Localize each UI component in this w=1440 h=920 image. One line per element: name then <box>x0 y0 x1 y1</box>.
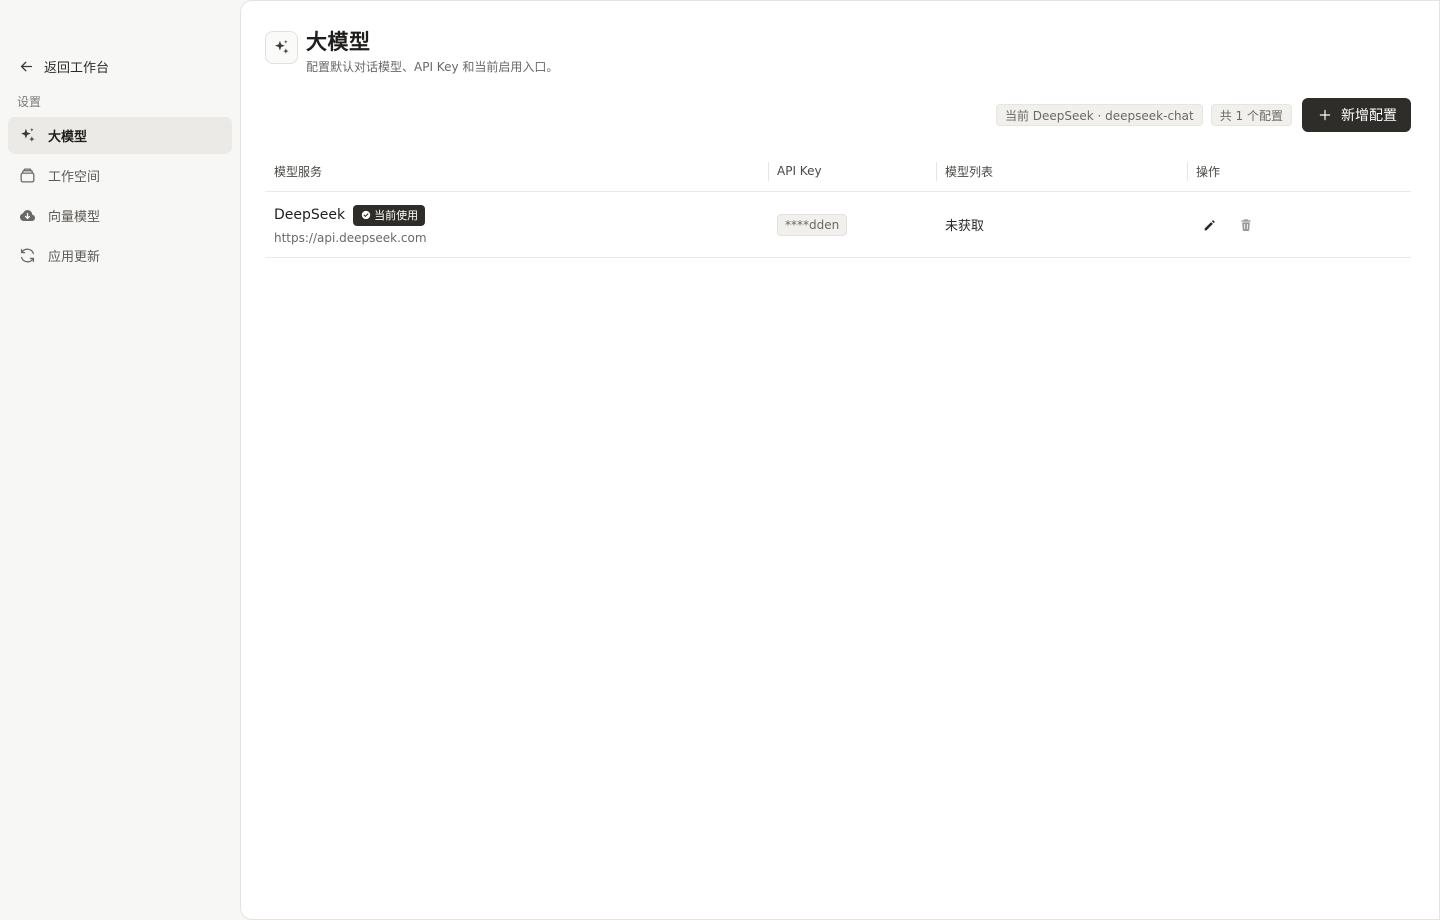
sidebar-item-label: 工作空间 <box>48 170 101 185</box>
trash-icon <box>1241 218 1251 231</box>
plus-icon <box>1319 109 1331 121</box>
current-model-chip: 当前 DeepSeek · deepseek-chat <box>995 104 1203 126</box>
back-to-workspace-link[interactable]: 返回工作台 <box>18 56 109 76</box>
masked-api-key: ****dden <box>777 213 848 236</box>
sidebar: 返回工作台 设置 大模型 工作空间 向量模型 应用更新 <box>0 0 240 920</box>
column-header-actions: 操作 <box>1187 151 1411 191</box>
toolbar: 当前 DeepSeek · deepseek-chat 共 1 个配置 新增配置 <box>995 98 1411 132</box>
sidebar-item-label: 应用更新 <box>48 250 101 265</box>
page-title: 大模型 <box>306 30 371 54</box>
pencil-icon <box>1204 219 1215 230</box>
current-in-use-badge: 当前使用 <box>353 204 426 226</box>
api-key-cell: ****dden <box>768 192 936 257</box>
table-row: DeepSeek 当前使用 https://api.deepseek.com *… <box>265 192 1411 258</box>
column-header-model-list: 模型列表 <box>936 151 1187 191</box>
cloud-download-icon <box>18 206 37 225</box>
sidebar-item-llm[interactable]: 大模型 <box>8 117 232 154</box>
sidebar-item-label: 向量模型 <box>48 210 101 225</box>
sidebar-item-embedding[interactable]: 向量模型 <box>8 197 232 234</box>
badge-label: 当前使用 <box>374 209 419 222</box>
sparkles-icon <box>18 126 37 145</box>
table-header: 模型服务 API Key 模型列表 操作 <box>265 151 1411 192</box>
service-url: https://api.deepseek.com <box>274 230 427 245</box>
model-list-cell: 未获取 <box>936 192 1187 257</box>
check-circle-icon <box>361 210 371 220</box>
model-config-table: 模型服务 API Key 模型列表 操作 DeepSeek 当前使用 https… <box>265 151 1411 258</box>
actions-cell <box>1187 192 1411 257</box>
page-title-icon-box <box>265 31 298 64</box>
arrow-left-icon <box>20 61 33 71</box>
config-count-chip: 共 1 个配置 <box>1210 104 1292 126</box>
sidebar-item-workspace[interactable]: 工作空间 <box>8 157 232 194</box>
add-config-label: 新增配置 <box>1341 107 1397 123</box>
delete-button[interactable] <box>1234 213 1258 237</box>
app-window: 返回工作台 设置 大模型 工作空间 向量模型 应用更新 大模型 配置默认对话模型… <box>0 0 1440 920</box>
settings-section-label: 设置 <box>17 95 42 109</box>
column-header-api-key: API Key <box>768 151 936 191</box>
main-panel: 大模型 配置默认对话模型、API Key 和当前启用入口。 当前 DeepSee… <box>240 0 1440 920</box>
archive-icon <box>18 166 37 185</box>
edit-button[interactable] <box>1198 213 1222 237</box>
model-list-status: 未获取 <box>945 219 985 234</box>
settings-nav: 大模型 工作空间 向量模型 应用更新 <box>8 117 232 277</box>
refresh-icon <box>18 246 37 265</box>
sidebar-item-label: 大模型 <box>48 130 88 145</box>
add-config-button[interactable]: 新增配置 <box>1302 98 1411 132</box>
column-header-service: 模型服务 <box>274 164 323 179</box>
page-subtitle: 配置默认对话模型、API Key 和当前启用入口。 <box>306 60 559 74</box>
sparkles-icon <box>275 39 289 54</box>
service-cell: DeepSeek 当前使用 https://api.deepseek.com <box>265 192 768 257</box>
service-name: DeepSeek <box>274 207 346 223</box>
back-link-label: 返回工作台 <box>44 60 110 76</box>
sidebar-item-app-update[interactable]: 应用更新 <box>8 237 232 274</box>
